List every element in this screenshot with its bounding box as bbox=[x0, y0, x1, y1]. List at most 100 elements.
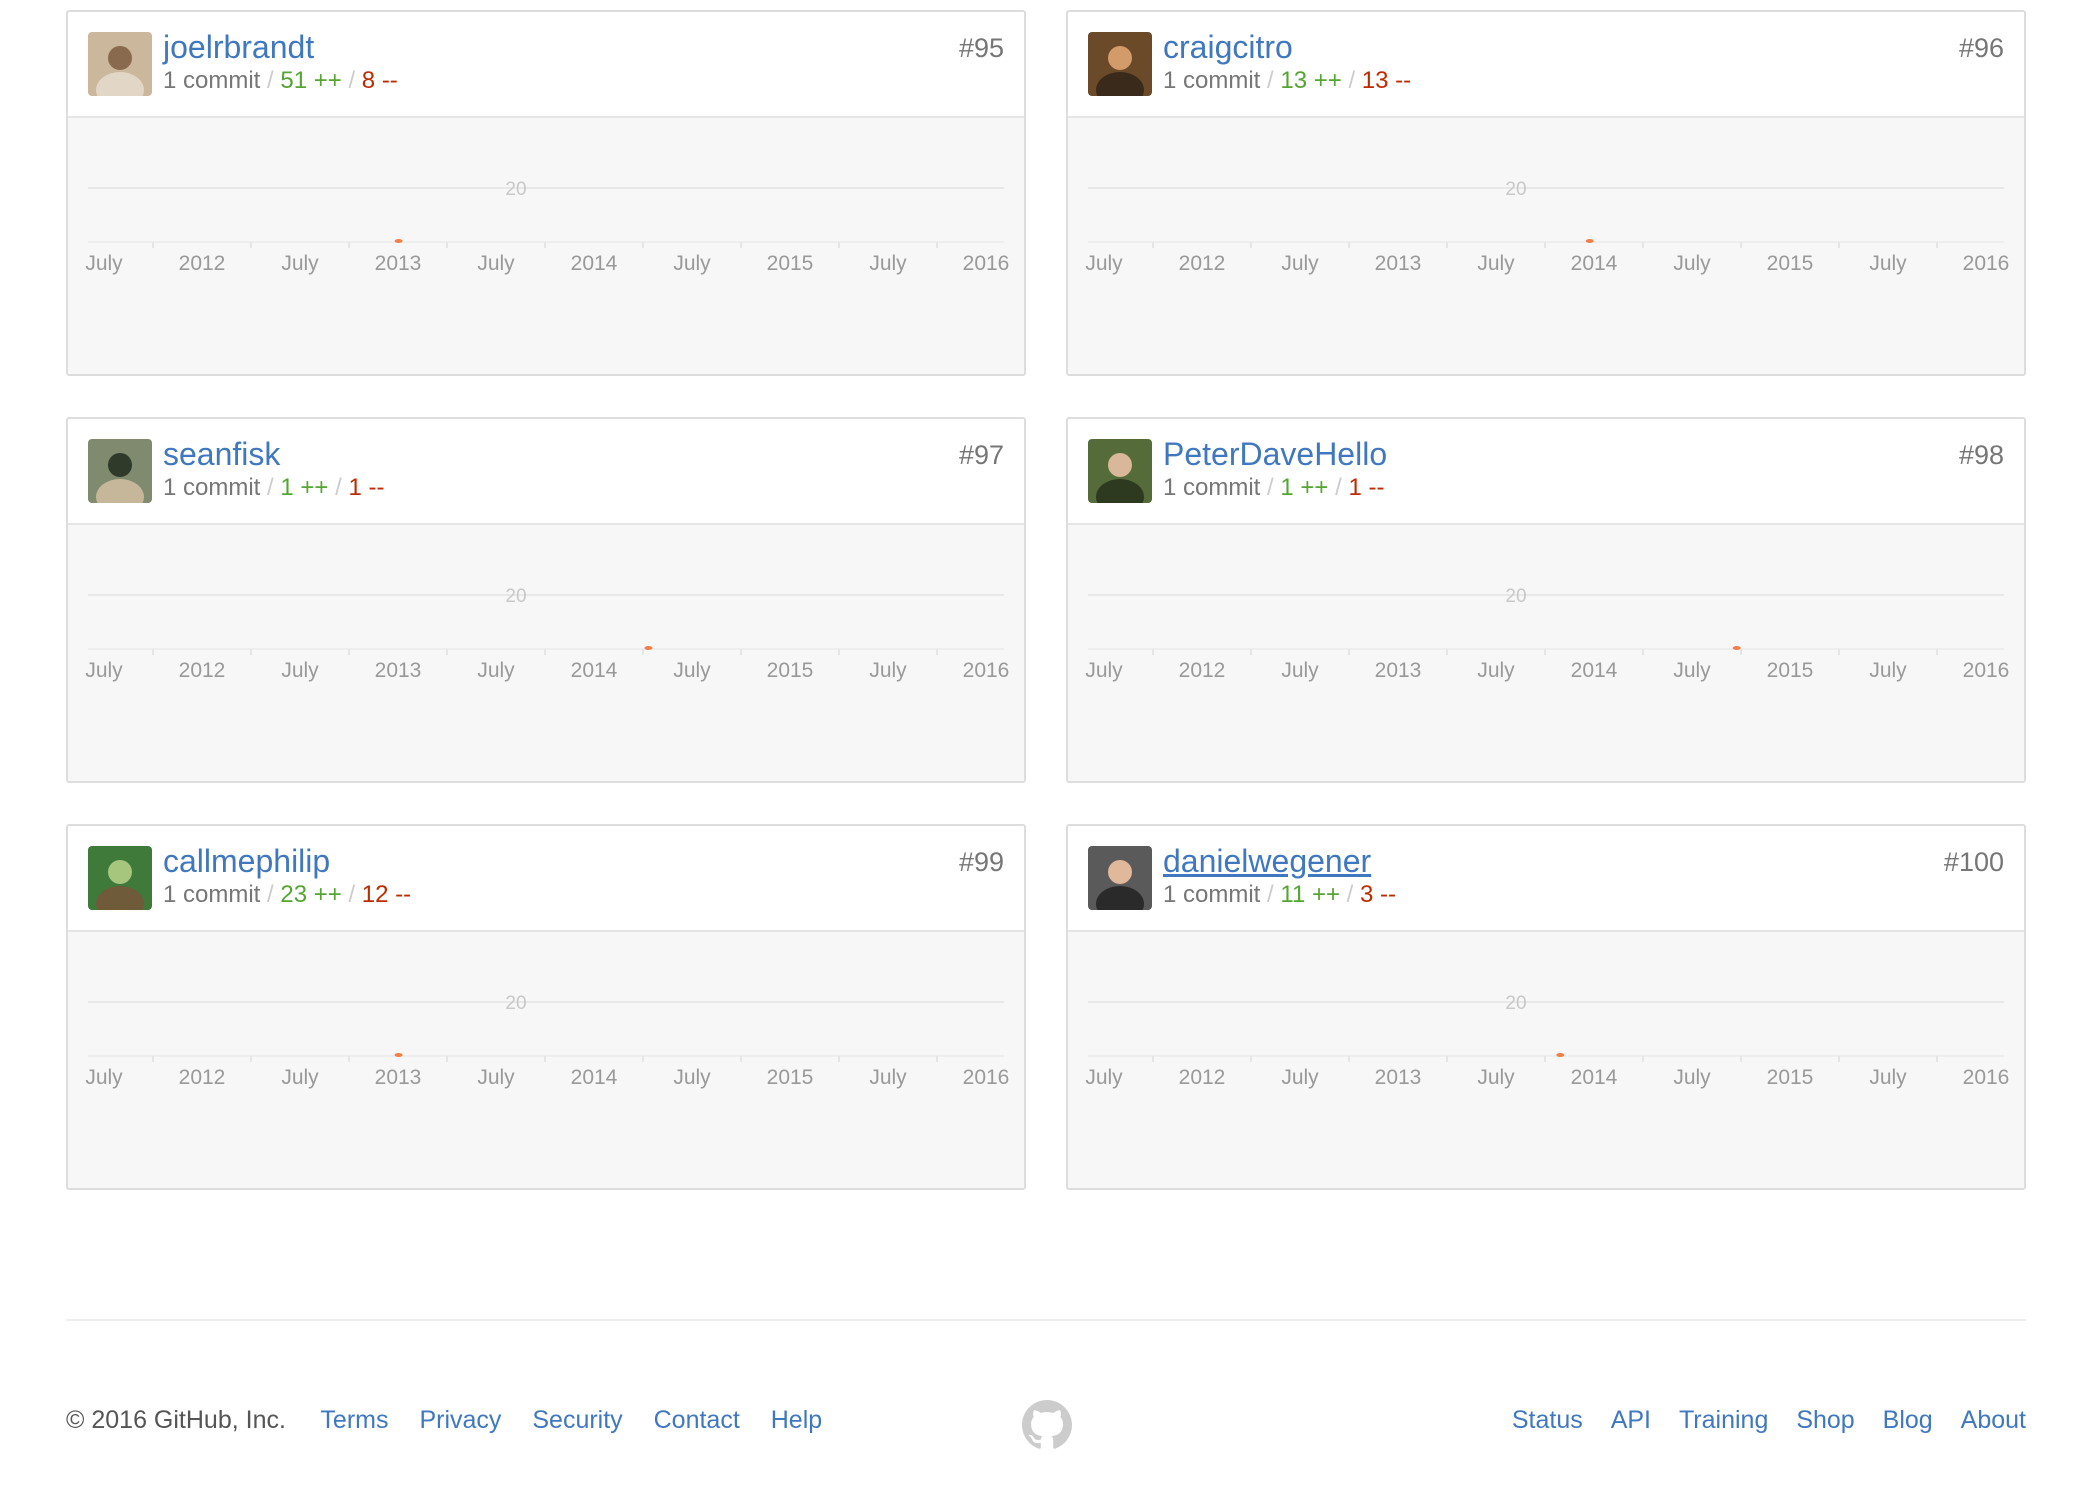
chart-x-tick-label: 2016 bbox=[1963, 1066, 2010, 1089]
chart-x-tick-label: 2015 bbox=[767, 252, 814, 275]
contributor-rank: #97 bbox=[958, 440, 1004, 470]
footer-link-privacy[interactable]: Privacy bbox=[419, 1406, 501, 1434]
chart-x-tick-label: July bbox=[1869, 1066, 1907, 1089]
contributor-card: callmephilip 1 commit / 23 ++ / 12 -- #99 2… bbox=[66, 824, 1026, 1190]
chart-x-tick-label: 2015 bbox=[767, 1066, 814, 1089]
github-octocat-icon[interactable] bbox=[1022, 1400, 1072, 1450]
footer-link-about[interactable]: About bbox=[1961, 1406, 2026, 1434]
avatar-person-portrait[interactable] bbox=[1088, 846, 1152, 910]
contributor-rank: #95 bbox=[958, 33, 1004, 63]
contributor-commit-count: 1 commit bbox=[1163, 67, 1261, 94]
chart-x-tick-label: July bbox=[1869, 252, 1907, 275]
chart-x-tick-label: 2014 bbox=[1571, 659, 1618, 682]
chart-commit-point bbox=[1556, 1053, 1565, 1057]
chart-x-tick-label: 2012 bbox=[179, 659, 226, 682]
footer-link-api[interactable]: API bbox=[1611, 1406, 1651, 1434]
contribution-graph: 20 July 2012 July 2013 July 2014 July 2015 July 20… bbox=[68, 932, 1024, 1188]
chart-x-tick-label: July bbox=[1477, 659, 1515, 682]
chart-x-tick-label: 2016 bbox=[1963, 252, 2010, 275]
contribution-graph: 20 July 2012 July 2013 July 2014 July 2015 July 20… bbox=[68, 118, 1024, 374]
avatar-person-with-baby[interactable] bbox=[1088, 32, 1152, 96]
chart-x-tick-label: 2013 bbox=[375, 252, 422, 275]
stats-separator: / bbox=[1267, 474, 1274, 501]
contribution-chart: 20 July 2012 July 2013 July 2014 July 2015 July 20… bbox=[1085, 179, 2010, 275]
chart-x-tick-label: July bbox=[1281, 1066, 1319, 1089]
footer-link-help[interactable]: Help bbox=[771, 1406, 822, 1434]
stats-separator: / bbox=[348, 67, 356, 94]
footer-link-status[interactable]: Status bbox=[1512, 1406, 1583, 1434]
avatar-person-field[interactable] bbox=[88, 846, 152, 910]
chart-x-tick-label: 2013 bbox=[375, 659, 422, 682]
footer-left: © 2016 GitHub, Inc. Terms Privacy Securi… bbox=[66, 1404, 846, 1436]
contributor-deletions: 1 -- bbox=[1348, 474, 1385, 501]
chart-x-tick-label: July bbox=[869, 1066, 907, 1089]
stats-separator: / bbox=[1267, 881, 1274, 908]
contributor-card: craigcitro 1 commit / 13 ++ / 13 -- #96 20 J… bbox=[1066, 10, 2026, 376]
contributor-card-header: danielwegener 1 commit / 11 ++ / 3 -- #100 bbox=[1068, 826, 2024, 932]
contributor-username[interactable]: danielwegener bbox=[1163, 842, 1371, 880]
chart-y-tick-label: 20 bbox=[505, 586, 526, 607]
contributor-card-header: PeterDaveHello 1 commit / 1 ++ / 1 -- #98 bbox=[1068, 419, 2024, 525]
footer-link-contact[interactable]: Contact bbox=[654, 1406, 740, 1434]
chart-x-tick-label: 2014 bbox=[571, 252, 618, 275]
contributors-grid: joelrbrandt 1 commit / 51 ++ / 8 -- #95 20 J… bbox=[66, 10, 2026, 1190]
chart-commit-point bbox=[394, 239, 403, 243]
footer-link-blog[interactable]: Blog bbox=[1883, 1406, 1933, 1434]
contribution-graph: 20 July 2012 July 2013 July 2014 July 2015 July 20… bbox=[1068, 932, 2024, 1188]
chart-x-tick-label: July bbox=[1673, 1066, 1711, 1089]
chart-y-tick-label: 20 bbox=[1505, 586, 1526, 607]
contribution-chart: 20 July 2012 July 2013 July 2014 July 2015 July 20… bbox=[1085, 586, 2009, 682]
chart-x-tick-label: July bbox=[869, 252, 907, 275]
chart-x-tick-label: July bbox=[673, 1066, 711, 1089]
avatar-person-helmet[interactable] bbox=[1088, 439, 1152, 503]
chart-x-tick-label: 2016 bbox=[963, 252, 1010, 275]
footer-link-shop[interactable]: Shop bbox=[1796, 1406, 1854, 1434]
chart-x-tick-label: 2013 bbox=[375, 1066, 422, 1089]
footer-link-training[interactable]: Training bbox=[1679, 1406, 1768, 1434]
contributor-username[interactable]: PeterDaveHello bbox=[1163, 435, 1387, 473]
contributor-card-header: craigcitro 1 commit / 13 ++ / 13 -- #96 bbox=[1068, 12, 2024, 118]
contributor-username[interactable]: craigcitro bbox=[1163, 28, 1293, 66]
footer-divider bbox=[66, 1319, 2026, 1321]
contributor-additions: 13 ++ bbox=[1280, 67, 1342, 94]
chart-commit-point bbox=[644, 646, 653, 650]
contributor-card-header: joelrbrandt 1 commit / 51 ++ / 8 -- #95 bbox=[68, 12, 1024, 118]
chart-x-tick-label: 2014 bbox=[1571, 252, 1618, 275]
chart-x-tick-label: July bbox=[85, 252, 123, 275]
avatar-person-outdoors[interactable] bbox=[88, 439, 152, 503]
contributor-rank: #96 bbox=[1958, 33, 2004, 63]
chart-x-tick-label: July bbox=[477, 659, 515, 682]
chart-x-tick-label: July bbox=[85, 659, 123, 682]
contributor-card: danielwegener 1 commit / 11 ++ / 3 -- #100… bbox=[1066, 824, 2026, 1190]
stats-separator: / bbox=[267, 67, 274, 94]
chart-x-tick-label: July bbox=[673, 659, 711, 682]
chart-x-tick-label: July bbox=[869, 659, 907, 682]
chart-x-tick-label: July bbox=[477, 1066, 515, 1089]
chart-y-tick-label: 20 bbox=[1505, 993, 1526, 1014]
chart-x-tick-label: 2016 bbox=[963, 659, 1010, 682]
stats-separator: / bbox=[1335, 474, 1342, 501]
contributor-deletions: 13 -- bbox=[1361, 67, 1412, 94]
chart-x-tick-label: July bbox=[1085, 252, 1123, 275]
contributor-commit-count: 1 commit bbox=[1163, 474, 1261, 501]
contributor-username[interactable]: joelrbrandt bbox=[163, 28, 314, 66]
chart-x-tick-label: 2015 bbox=[1767, 659, 1814, 682]
stats-separator: / bbox=[1346, 881, 1354, 908]
stats-separator: / bbox=[1348, 67, 1356, 94]
contributor-card: seanfisk 1 commit / 1 ++ / 1 -- #97 20 July 2… bbox=[66, 417, 1026, 783]
contributor-username[interactable]: callmephilip bbox=[163, 842, 330, 880]
contributor-username[interactable]: seanfisk bbox=[163, 435, 280, 473]
footer-link-security[interactable]: Security bbox=[532, 1406, 622, 1434]
contributor-additions: 23 ++ bbox=[280, 881, 342, 908]
chart-x-tick-label: July bbox=[281, 252, 319, 275]
contribution-chart: 20 July 2012 July 2013 July 2014 July 2015 July 20… bbox=[85, 586, 1010, 682]
stats-separator: / bbox=[267, 881, 274, 908]
chart-y-tick-label: 20 bbox=[505, 179, 526, 200]
avatar-person-glasses[interactable] bbox=[88, 32, 152, 96]
footer-copyright: © 2016 GitHub, Inc. bbox=[66, 1406, 286, 1434]
contributor-card-header: callmephilip 1 commit / 23 ++ / 12 -- #99 bbox=[68, 826, 1024, 932]
chart-x-tick-label: July bbox=[1085, 1066, 1123, 1089]
footer-link-terms[interactable]: Terms bbox=[320, 1406, 388, 1434]
contributor-additions: 51 ++ bbox=[280, 67, 342, 94]
chart-x-tick-label: July bbox=[1673, 252, 1711, 275]
